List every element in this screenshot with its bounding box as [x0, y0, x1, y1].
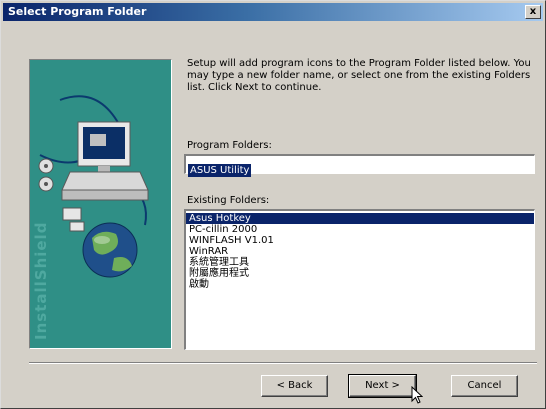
cancel-button[interactable]: Cancel — [451, 375, 518, 397]
list-item[interactable]: WINFLASH V1.01 — [186, 235, 534, 246]
installshield-side-art: InstallShield — [29, 59, 172, 349]
setup-dialog: Select Program Folder x InstallShield Se… — [0, 0, 546, 409]
close-icon: x — [529, 6, 537, 17]
next-button[interactable]: Next > — [348, 374, 417, 398]
instructions-text: Setup will add program icons to the Prog… — [187, 58, 531, 93]
list-item[interactable]: Asus Hotkey — [186, 213, 534, 224]
list-item[interactable]: WinRAR — [186, 246, 534, 257]
list-item[interactable]: 啟動 — [186, 279, 534, 290]
program-folder-input[interactable]: ASUS Utility — [184, 154, 535, 177]
title-bar[interactable]: Select Program Folder x — [3, 3, 543, 21]
list-item[interactable]: 系統管理工具 — [186, 257, 534, 268]
close-button[interactable]: x — [525, 5, 541, 19]
installshield-watermark: InstallShield — [32, 221, 50, 340]
program-folders-label: Program Folders: — [187, 140, 272, 151]
program-folder-value: ASUS Utility — [188, 164, 252, 177]
window-title: Select Program Folder — [8, 5, 147, 18]
back-button[interactable]: < Back — [261, 375, 328, 397]
list-item[interactable]: PC-cillin 2000 — [186, 224, 534, 235]
existing-folders-list[interactable]: Asus Hotkey PC-cillin 2000 WINFLASH V1.0… — [184, 209, 535, 350]
existing-folders-label: Existing Folders: — [187, 195, 270, 206]
footer-divider — [29, 362, 537, 364]
list-item[interactable]: 附屬應用程式 — [186, 268, 534, 279]
mouse-pointer-icon — [411, 386, 423, 404]
